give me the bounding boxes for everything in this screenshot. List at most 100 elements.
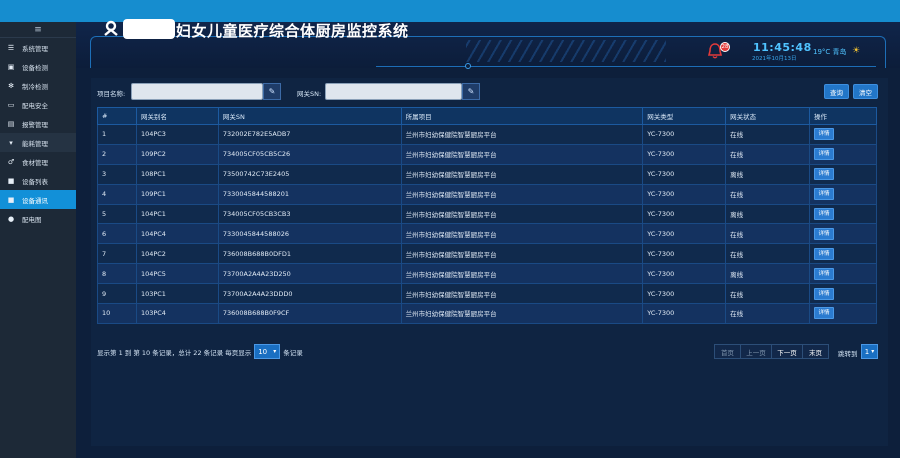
gateway-table: # 网关别名 网关SN 所属项目 网关类型 网关状态 操作 1 104PC3 732… [97, 107, 877, 324]
column-header[interactable]: 网关SN [217, 107, 402, 125]
sidebar-item-device-comm[interactable]: ■ 设备通讯 [0, 190, 76, 209]
clear-button[interactable]: 清空 [853, 84, 878, 99]
project-name-input[interactable] [131, 83, 263, 100]
cell-action: 详情 [809, 124, 877, 145]
table-row: 3 108PC1 73500742C73E2405 兰州市妇幼保健院智慧厨房平台 YC-… [97, 163, 877, 185]
detail-button[interactable]: 详情 [814, 267, 835, 280]
alarm-count-badge: 28 [720, 42, 730, 52]
cell-type: YC-7300 [642, 183, 727, 205]
detail-button[interactable]: 详情 [814, 287, 835, 300]
sidebar-item-device-list[interactable]: ■ 设备列表 [0, 171, 76, 190]
clock-time: 11:45:48 [753, 41, 812, 54]
redacted-area [123, 19, 175, 39]
sidebar-item-device-check[interactable]: ▣ 设备检测 [0, 57, 76, 76]
cell-action: 详情 [809, 183, 877, 205]
table-row: 7 104PC2 736008B688B0DFD1 兰州市妇幼保健院智慧厨房平台 YC-… [97, 243, 877, 265]
cell-alias: 104PC2 [135, 243, 219, 265]
column-header[interactable]: # [97, 107, 137, 125]
next-page-button[interactable]: 下一页 [771, 344, 803, 359]
sidebar-item-label: 报警管理 [22, 120, 48, 129]
project-name-label: 项目名称: [97, 90, 126, 98]
page-size-select[interactable]: 10 ▾ [254, 344, 281, 359]
sidebar-item-food[interactable]: ♂ 食材管理 [0, 152, 76, 171]
column-header[interactable]: 网关状态 [725, 107, 811, 125]
detail-button[interactable]: 详情 [814, 148, 835, 161]
cell-sn: 734005CF05CB5C26 [217, 143, 402, 165]
cell-project: 兰州市妇幼保健院智慧厨房平台 [400, 223, 644, 245]
first-page-button[interactable]: 首页 [714, 344, 741, 359]
cell-action: 详情 [809, 163, 877, 185]
pencil-icon[interactable]: ✎ [263, 83, 281, 100]
table-row: 5 104PC1 734005CF05CB3CB3 兰州市妇幼保健院智慧厨房平台 YC-… [97, 203, 877, 225]
cell-number: 4 [97, 183, 137, 205]
cell-number: 8 [97, 263, 137, 285]
cell-sn: 73500742C73E2405 [217, 163, 402, 185]
pencil-icon[interactable]: ✎ [462, 83, 480, 100]
cell-type: YC-7300 [642, 303, 727, 324]
cell-status: 在线 [725, 283, 811, 305]
prev-page-button[interactable]: 上一页 [740, 344, 772, 359]
detail-button[interactable]: 详情 [814, 247, 835, 260]
square-icon: ■ [7, 195, 15, 204]
cell-alias: 104PC3 [135, 124, 219, 145]
detail-button[interactable]: 详情 [814, 208, 835, 220]
alarm-icon: ▤ [7, 119, 15, 128]
cell-status: 在线 [725, 223, 811, 245]
sidebar-item-label: 系统管理 [22, 44, 48, 53]
header-line [376, 66, 876, 67]
caret-down-icon: ▾ [273, 348, 277, 355]
table-row: 9 103PC1 73700A2A4A23DDD0 兰州市妇幼保健院智慧厨房平台 YC-… [97, 283, 877, 305]
cell-alias: 108PC1 [135, 163, 219, 185]
table-row: 8 104PC5 73700A2A4A23D250 兰州市妇幼保健院智慧厨房平台 YC-… [97, 263, 877, 285]
cell-project: 兰州市妇幼保健院智慧厨房平台 [400, 243, 644, 265]
sidebar-item-power-diagram[interactable]: ● 配电图 [0, 209, 76, 228]
sidebar-item-alarm[interactable]: ▤ 报警管理 [0, 114, 76, 133]
device-icon: ▣ [7, 62, 15, 71]
column-header[interactable]: 所属项目 [400, 107, 644, 125]
gateway-sn-input[interactable] [325, 83, 462, 100]
menu-toggle-icon[interactable]: ≡ [0, 22, 76, 38]
sidebar-item-refrigeration[interactable]: ✻ 制冷检测 [0, 76, 76, 95]
chevron-down-icon: ▾ [9, 138, 13, 147]
page-title: 妇女儿童医疗综合体厨房监控系统 [176, 22, 409, 40]
sidebar-item-energy[interactable]: ▾ 能耗管理 [0, 133, 76, 152]
column-header[interactable]: 网关类型 [642, 107, 727, 125]
column-header: 操作 [809, 107, 877, 125]
detail-button[interactable]: 详情 [814, 168, 835, 181]
cell-alias: 103PC1 [135, 283, 219, 305]
last-page-button[interactable]: 末页 [802, 344, 829, 359]
cell-type: YC-7300 [642, 143, 727, 165]
jump-to-label: 跳转到 [838, 350, 858, 358]
sidebar: ≡ ☰ 系统管理 ▣ 设备检测 ✻ 制冷检测 ▭ 配电安全 ▤ 报警管理 ▾ 能耗管理 ♂ 食… [0, 22, 76, 458]
cell-project: 兰州市妇幼保健院智慧厨房平台 [400, 163, 644, 185]
sidebar-item-power-safety[interactable]: ▭ 配电安全 [0, 95, 76, 114]
cell-number: 2 [97, 143, 137, 165]
detail-button[interactable]: 详情 [814, 188, 835, 201]
search-button[interactable]: 查询 [824, 84, 849, 99]
jump-to-value: 1 [864, 347, 870, 356]
table-header-row: # 网关别名 网关SN 所属项目 网关类型 网关状态 操作 [97, 107, 877, 125]
cell-number: 7 [97, 243, 137, 265]
detail-button[interactable]: 详情 [814, 128, 835, 141]
cell-alias: 109PC1 [135, 183, 219, 205]
header-dot [465, 63, 471, 69]
cell-status: 离线 [725, 263, 811, 285]
sidebar-item-system[interactable]: ☰ 系统管理 [0, 38, 76, 57]
detail-button[interactable]: 详情 [814, 227, 835, 240]
cell-alias: 104PC4 [135, 223, 219, 245]
cell-status: 离线 [725, 163, 811, 185]
pagination-info: 显示第 1 到 第 10 条记录，总计 22 条记录 每页显示 10 ▾ 条记录 [97, 344, 303, 359]
column-header[interactable]: 网关别名 [135, 107, 219, 125]
cell-sn: 73700A2A4A23DDD0 [217, 283, 402, 305]
cell-action: 详情 [809, 263, 877, 285]
sidebar-item-label: 设备通讯 [22, 196, 48, 205]
jump-to-select[interactable]: 1 ▾ [861, 344, 878, 359]
cell-alias: 104PC5 [135, 263, 219, 285]
detail-button[interactable]: 详情 [814, 307, 835, 320]
cell-number: 9 [97, 283, 137, 305]
cell-status: 在线 [725, 124, 811, 145]
cell-project: 兰州市妇幼保健院智慧厨房平台 [400, 263, 644, 285]
clock-date: 2021年10月13日 [752, 56, 797, 62]
cell-project: 兰州市妇幼保健院智慧厨房平台 [400, 143, 644, 165]
table-row: 4 109PC1 7330045844588201 兰州市妇幼保健院智慧厨房平台 YC-… [97, 183, 877, 205]
